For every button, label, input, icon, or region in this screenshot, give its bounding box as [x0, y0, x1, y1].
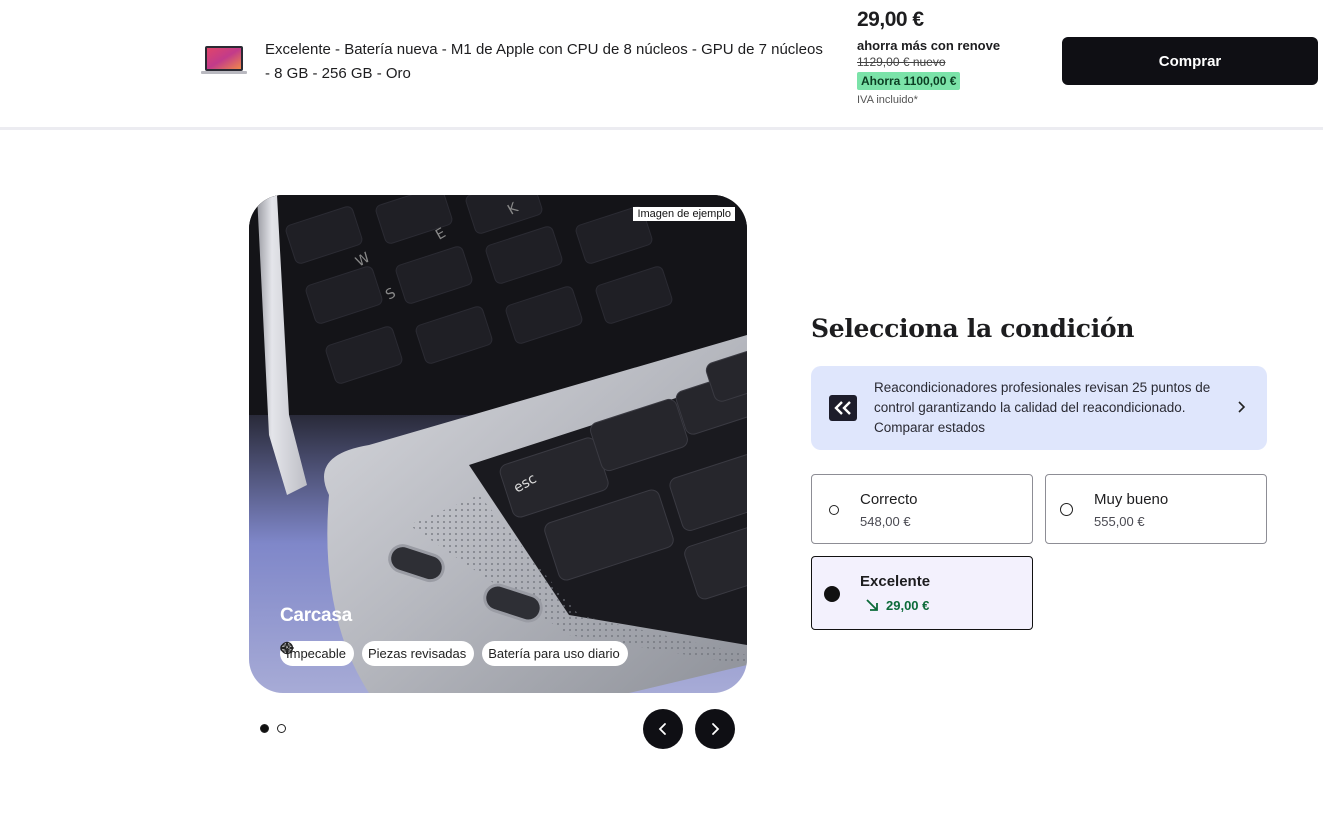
feature-chip-label: Impecable [286, 646, 346, 661]
previous-image-button[interactable] [643, 709, 683, 749]
condition-name: Excelente [860, 573, 931, 590]
feature-chips: Impecable Piezas revisadas Batería para … [280, 641, 628, 666]
condition-price: 548,00 € [860, 514, 911, 529]
buy-button[interactable]: Comprar [1062, 37, 1318, 85]
condition-name: Muy bueno [1094, 491, 1169, 508]
chevron-left-icon [658, 723, 666, 735]
condition-info-card[interactable]: Reacondicionadores profesionales revisan… [811, 366, 1267, 450]
condition-info-text: Reacondicionadores profesionales revisan… [874, 380, 1211, 435]
double-chevron-icon [829, 395, 857, 421]
radio-button-selected[interactable] [824, 586, 840, 602]
condition-option-correcto[interactable]: Correcto 548,00 € [811, 474, 1033, 544]
condition-option-excelente[interactable]: Excelente 29,00 € [811, 556, 1033, 630]
product-image-gallery[interactable]: W S E K esc Imagen de ejemplo Carcasa Im [249, 195, 747, 693]
price: 29,00 € [857, 8, 924, 31]
laptop-thumbnail-icon [201, 46, 247, 74]
feature-chip: Batería para uso diario [280, 641, 628, 666]
condition-price-value: 29,00 € [886, 597, 930, 613]
product-title: Excelente - Batería nueva - M1 de Apple … [265, 41, 823, 82]
condition-heading: Selecciona la condición [811, 314, 1135, 343]
next-image-button[interactable] [695, 709, 735, 749]
chevron-right-icon [1238, 401, 1246, 413]
gallery-caption: Carcasa [280, 605, 352, 626]
carousel-dot-1[interactable] [260, 724, 269, 733]
battery-icon [280, 644, 294, 652]
carousel-dot-2[interactable] [277, 724, 286, 733]
feature-chip-label: Batería para uso diario [488, 646, 620, 661]
condition-name: Correcto [860, 491, 918, 508]
sample-image-tag: Imagen de ejemplo [633, 207, 735, 221]
condition-price: 555,00 € [1094, 514, 1145, 529]
feature-chip-label: Piezas revisadas [367, 646, 467, 661]
vat-note: IVA incluido* [857, 94, 918, 106]
arrow-down-right-icon [866, 599, 878, 611]
condition-option-muy-bueno[interactable]: Muy bueno 555,00 € [1045, 474, 1267, 544]
feature-chip: Piezas revisadas [280, 641, 475, 666]
carousel-dots [260, 724, 286, 733]
radio-button[interactable] [1060, 503, 1073, 516]
original-price: 1129,00 € nuevo [857, 55, 946, 69]
price-block: 29,00 € ahorra más con renove 1129,00 € … [857, 8, 1047, 106]
radio-button[interactable] [829, 505, 839, 515]
savings-badge: Ahorra 1100,00 € [857, 72, 961, 90]
chevron-right-icon [712, 723, 720, 735]
condition-price: 29,00 € [864, 597, 929, 613]
sticky-product-bar: Excelente - Batería nueva - M1 de Apple … [0, 0, 1323, 130]
renove-text: ahorra más con renove [857, 38, 1001, 53]
